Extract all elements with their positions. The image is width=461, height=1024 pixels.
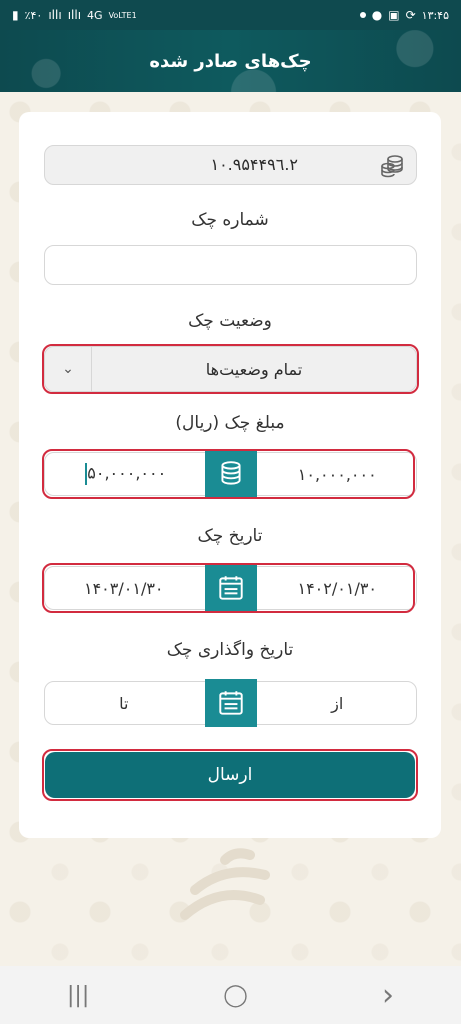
highlight-box-status [42, 344, 419, 394]
volte-label: VoLTE1 [108, 10, 137, 20]
check-status-label: وضعیت چک [188, 311, 272, 331]
assign-date-range: تا از [44, 679, 417, 727]
highlight-box-check-date [42, 563, 415, 613]
assign-date-to-input[interactable]: تا [45, 694, 203, 713]
calendar-icon [218, 691, 243, 715]
signal-icon: ıllı [48, 8, 62, 22]
account-field[interactable]: ۱۰.۹۵۴۴۹٦.۲ [44, 145, 417, 185]
network-type: 4G [87, 8, 103, 22]
assign-date-from-input[interactable]: از [259, 694, 417, 713]
highlight-box-amount [42, 449, 415, 499]
clock: ۱۳:۴۵ [421, 8, 449, 22]
filter-card: ۱۰.۹۵۴۴۹٦.۲ شماره چک وضعیت چک ⌄ تمام وضع… [19, 112, 441, 838]
notification-dot-icon [359, 12, 366, 18]
status-bar: ▮ ٪۴۰ ıllı ıllı 4G VoLTE1 ● ▣ ⟳ ۱۳:۴۵ [0, 0, 461, 30]
recent-apps-icon[interactable]: ||| [67, 983, 89, 1008]
sync-icon: ⟳ [405, 8, 416, 22]
battery-icon: ▮ [12, 8, 19, 22]
app-header: چک‌های صادر شده [0, 30, 461, 92]
image-icon: ▣ [388, 8, 400, 22]
account-number: ۱۰.۹۵۴۴۹٦.۲ [210, 155, 298, 174]
page-title: چک‌های صادر شده [149, 50, 312, 72]
assign-date-label: تاریخ واگذاری چک [166, 640, 294, 660]
system-navigation-bar: ||| ◯ › [0, 966, 461, 1024]
signal-icon-2: ıllı [67, 8, 82, 22]
amount-label: مبلغ چک (ریال) [175, 413, 285, 433]
battery-level: ٪۴۰ [24, 8, 43, 22]
back-icon[interactable]: › [382, 978, 394, 1013]
bank-logo-watermark [180, 848, 270, 920]
coins-icon [381, 155, 403, 178]
chat-icon: ● [371, 8, 383, 22]
check-number-label: شماره چک [191, 210, 269, 230]
highlight-box-submit [42, 749, 418, 801]
check-date-label: تاریخ چک [197, 526, 263, 546]
assign-date-calendar-button[interactable] [204, 679, 257, 727]
check-number-input[interactable] [44, 245, 417, 285]
home-icon[interactable]: ◯ [223, 983, 248, 1008]
